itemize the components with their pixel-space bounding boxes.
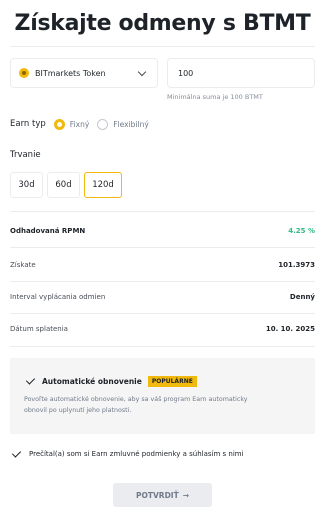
token-select[interactable]: BITmarkets Token [10, 58, 158, 88]
chevron-down-icon [137, 67, 147, 76]
popular-badge: POPULÁRNE [147, 375, 197, 387]
summary-row-interval: Interval vyplácania odmien Denný [10, 291, 315, 303]
confirm-button[interactable]: POTVRDIŤ → [113, 483, 212, 507]
divider [10, 46, 315, 47]
summary-row-apr: Odhadovaná RPMN 4.25 % [10, 225, 315, 237]
receive-label: Získate [10, 261, 36, 269]
auto-renew-panel: Automatické obnovenie POPULÁRNE Povoľte … [10, 358, 315, 434]
auto-renew-description: Povoľte automatické obnovenie, aby sa vá… [24, 394, 301, 416]
auto-renew-header[interactable]: Automatické obnovenie POPULÁRNE [24, 374, 301, 388]
duration-30d-button[interactable]: 30d [10, 172, 43, 198]
maturity-label: Dátum splatenia [10, 325, 68, 333]
checkmark-icon[interactable] [11, 447, 22, 458]
divider [10, 346, 315, 347]
coin-icon [19, 68, 29, 78]
apr-value: 4.25 % [288, 227, 315, 235]
radio-flexible[interactable] [97, 118, 109, 130]
page-title: Získajte odmeny s BTMT [14, 11, 311, 36]
checkmark-icon[interactable] [25, 374, 36, 385]
auto-renew-title: Automatické obnovenie [42, 376, 142, 386]
summary-row-receive: Získate 101.3973 [10, 259, 315, 271]
token-select-value: BITmarkets Token [35, 68, 106, 78]
radio-fixed-label[interactable]: Fixný [70, 120, 89, 129]
interval-value: Denný [289, 293, 315, 301]
duration-options: 30d 60d 120d [10, 172, 122, 198]
receive-value: 101.3973 [278, 261, 315, 269]
apr-label: Odhadovaná RPMN [10, 227, 86, 235]
divider [10, 211, 315, 212]
terms-agreement-text: Prečítal(a) som si Earn zmluvné podmienk… [29, 450, 244, 458]
divider [10, 313, 315, 314]
interval-label: Interval vyplácania odmien [10, 293, 106, 301]
earn-type-group: Earn typ Fixný Flexibilný [10, 117, 157, 131]
amount-input[interactable] [167, 58, 315, 88]
duration-label: Trvanie [10, 150, 41, 160]
divider [10, 247, 315, 248]
duration-60d-button[interactable]: 60d [47, 172, 80, 198]
arrow-right-icon: → [182, 490, 189, 500]
earn-type-label: Earn typ [10, 119, 46, 129]
summary-row-maturity: Dátum splatenia 10. 10. 2025 [10, 323, 315, 335]
auto-renew-description-line: obnovil po uplynutí jeho platnosti. [24, 407, 132, 414]
terms-agreement[interactable]: Prečítal(a) som si Earn zmluvné podmienk… [11, 447, 244, 458]
minimum-amount-note: Minimálna suma je 100 BTMT [167, 93, 263, 101]
auto-renew-description-line: Povoľte automatické obnovenie, aby sa vá… [24, 396, 248, 403]
divider [10, 281, 315, 282]
duration-120d-button[interactable]: 120d [84, 172, 122, 198]
radio-fixed[interactable] [53, 118, 65, 130]
radio-flexible-label[interactable]: Flexibilný [113, 120, 149, 129]
maturity-value: 10. 10. 2025 [265, 325, 315, 333]
confirm-button-label: POTVRDIŤ [136, 490, 179, 500]
